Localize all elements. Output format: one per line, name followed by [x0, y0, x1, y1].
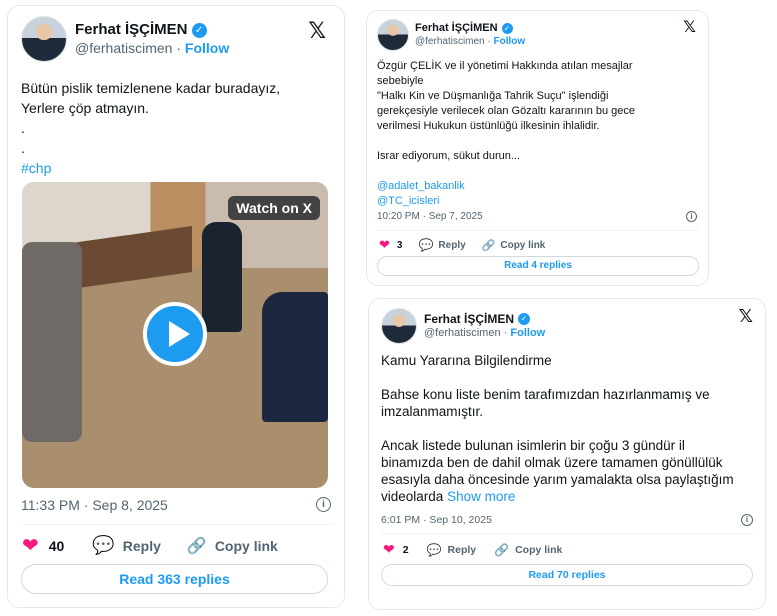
tweet-text: Bütün pislik temizlenene kadar buradayız… — [21, 78, 280, 178]
reply-bubble-icon[interactable]: 💬 — [92, 535, 114, 556]
link-icon[interactable]: 🔗 — [494, 543, 509, 557]
text-line: Bahse konu liste benim tarafımızdan hazı… — [381, 387, 710, 402]
timestamp[interactable]: 10:20 PM · Sep 7, 2025 — [377, 211, 483, 222]
heart-icon[interactable]: ❤ — [383, 541, 395, 558]
reply-button[interactable]: Reply — [123, 538, 161, 554]
heart-icon[interactable]: ❤ — [22, 533, 39, 558]
tweet-card-3: Ferhat İŞÇİMEN ✓ @ferhatiscimen · Follow… — [368, 298, 766, 610]
x-logo-icon[interactable]: 𝕏 — [308, 18, 326, 44]
link-icon[interactable]: 🔗 — [187, 536, 207, 556]
text-line: "Halkı Kin ve Düşmanlığa Tahrik Suçu" iş… — [377, 90, 609, 102]
tweet-card-1: Ferhat İŞÇİMEN ✓ @ferhatiscimen · Follow… — [7, 5, 345, 608]
show-more-link[interactable]: Show more — [447, 489, 515, 504]
timestamp[interactable]: 11:33 PM · Sep 8, 2025 — [21, 497, 168, 513]
text-line: sebebiyle — [377, 75, 424, 87]
link-icon[interactable]: 🔗 — [482, 239, 496, 252]
person-silhouette — [22, 242, 82, 442]
mention-link[interactable]: @adalet_bakanlik — [377, 179, 702, 194]
play-button[interactable] — [143, 302, 207, 366]
timestamp[interactable]: 6:01 PM · Sep 10, 2025 — [381, 514, 492, 526]
text-line: binamızda ben de dahil olmak üzere tamam… — [381, 455, 723, 470]
read-replies-button[interactable]: Read 4 replies — [377, 256, 699, 276]
author-handle[interactable]: @ferhatiscimen — [424, 327, 501, 339]
copy-link-button[interactable]: Copy link — [515, 544, 562, 556]
x-logo-icon[interactable]: 𝕏 — [683, 17, 696, 37]
follow-button[interactable]: Follow — [185, 40, 229, 56]
copy-link-button[interactable]: Copy link — [500, 240, 545, 251]
verified-badge-icon: ✓ — [518, 313, 531, 326]
text-line: . — [21, 140, 25, 156]
tweet-card-2: Ferhat İŞÇİMEN ✓ @ferhatiscimen · Follow… — [366, 10, 709, 286]
text-line: Israr ediyorum, sükut durun... — [377, 150, 521, 162]
divider — [21, 524, 333, 525]
info-icon[interactable]: i — [686, 211, 697, 222]
video-player[interactable]: Watch on X — [22, 182, 328, 488]
avatar[interactable] — [21, 16, 67, 62]
author-name[interactable]: Ferhat İŞÇİMEN — [415, 22, 498, 36]
read-replies-button[interactable]: Read 363 replies — [21, 564, 328, 594]
tweet-meta: 11:33 PM · Sep 8, 2025 i — [21, 497, 331, 513]
heart-icon[interactable]: ❤ — [379, 237, 390, 253]
reply-button[interactable]: Reply — [448, 544, 477, 556]
text-line: Ancak listede bulunan isimlerin bir çoğu… — [381, 438, 685, 453]
tweet-meta: 10:20 PM · Sep 7, 2025 i — [377, 211, 697, 222]
play-icon — [169, 321, 190, 347]
person-silhouette — [202, 222, 242, 332]
text-line: esasıyla daha öncesinde yarım yamalakta … — [381, 472, 734, 487]
text-line: verilmesi Hukukun üstünlüğü ilkesinin ih… — [377, 120, 600, 132]
text-heading: Kamu Yararına Bilgilendirme — [381, 353, 552, 368]
text-line: Bütün pislik temizlenene kadar buradayız… — [21, 80, 281, 96]
info-icon[interactable]: i — [741, 514, 753, 526]
watch-on-x-badge[interactable]: Watch on X — [228, 196, 320, 220]
reply-bubble-icon[interactable]: 💬 — [418, 238, 433, 252]
like-count[interactable]: 2 — [403, 544, 409, 556]
author-name[interactable]: Ferhat İŞÇİMEN — [424, 312, 514, 327]
text-line: videolarda — [381, 489, 444, 504]
person-silhouette — [262, 292, 328, 422]
tweet-header: Ferhat İŞÇİMEN ✓ @ferhatiscimen · Follow — [381, 308, 545, 344]
action-bar: ❤ 40 💬 Reply 🔗 Copy link — [22, 533, 278, 558]
text-line: gerekçesiyle verilecek olan Gözaltı kara… — [377, 105, 636, 117]
avatar[interactable] — [381, 308, 417, 344]
read-replies-button[interactable]: Read 70 replies — [381, 564, 753, 586]
author-handle[interactable]: @ferhatiscimen — [75, 40, 172, 56]
text-line: Yerlere çöp atmayın. — [21, 100, 149, 116]
action-bar: ❤ 3 💬 Reply 🔗 Copy link — [379, 237, 545, 253]
tweet-text: Özgür ÇELİK ve il yönetimi Hakkında atıl… — [377, 59, 702, 209]
text-line: imzalanmamıştır. — [381, 404, 484, 419]
tweet-text: Kamu Yararına Bilgilendirme Bahse konu l… — [381, 352, 759, 505]
verified-badge-icon: ✓ — [501, 23, 513, 35]
text-line: . — [21, 120, 25, 136]
tweet-meta: 6:01 PM · Sep 10, 2025 i — [381, 514, 753, 526]
like-count[interactable]: 3 — [397, 240, 403, 251]
reply-button[interactable]: Reply — [438, 240, 465, 251]
tweet-header: Ferhat İŞÇİMEN ✓ @ferhatiscimen · Follow — [21, 16, 229, 62]
mention-link[interactable]: @TC_icisleri — [377, 194, 702, 209]
tweet-header: Ferhat İŞÇİMEN ✓ @ferhatiscimen · Follow — [377, 19, 525, 51]
follow-button[interactable]: Follow — [494, 36, 526, 47]
avatar[interactable] — [377, 19, 409, 51]
author-name[interactable]: Ferhat İŞÇİMEN — [75, 21, 188, 40]
author-handle[interactable]: @ferhatiscimen — [415, 36, 485, 47]
verified-badge-icon: ✓ — [191, 22, 207, 38]
action-bar: ❤ 2 💬 Reply 🔗 Copy link — [383, 541, 562, 558]
divider — [377, 230, 699, 231]
follow-button[interactable]: Follow — [510, 327, 545, 339]
copy-link-button[interactable]: Copy link — [215, 538, 278, 554]
divider — [381, 533, 753, 534]
hashtag-link[interactable]: #chp — [21, 158, 280, 178]
x-logo-icon[interactable]: 𝕏 — [738, 306, 753, 327]
text-line: Özgür ÇELİK ve il yönetimi Hakkında atıl… — [377, 60, 633, 72]
info-icon[interactable]: i — [316, 497, 331, 512]
like-count[interactable]: 40 — [49, 538, 65, 554]
reply-bubble-icon[interactable]: 💬 — [427, 543, 442, 557]
